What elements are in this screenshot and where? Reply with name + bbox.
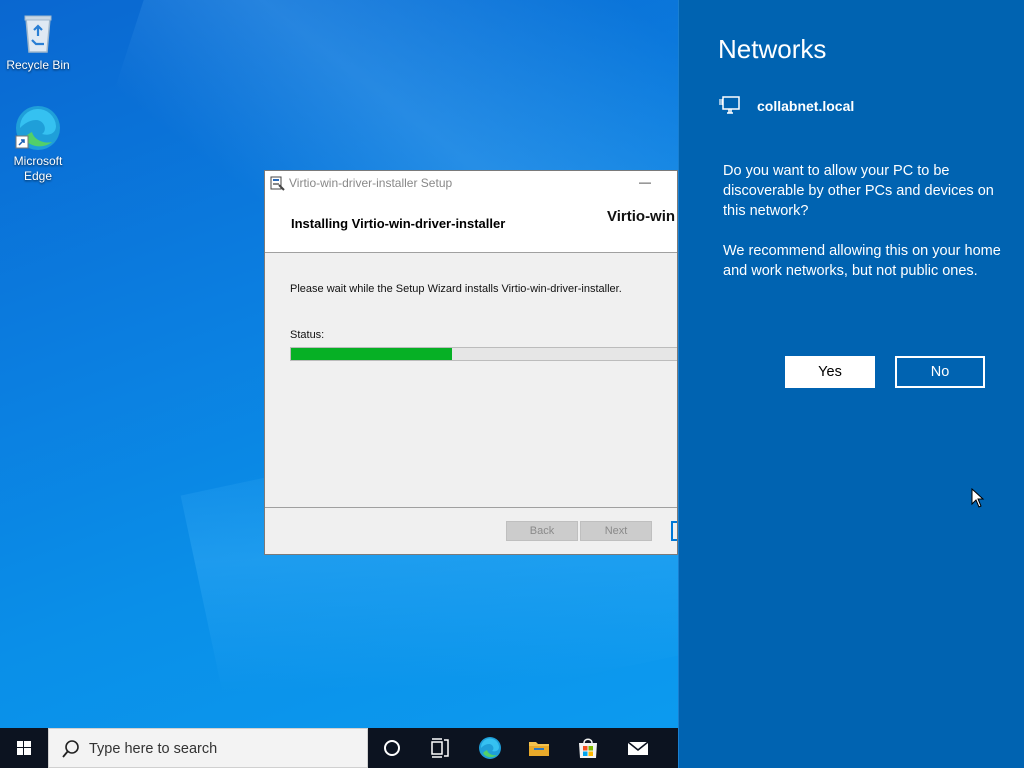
footer-divider	[265, 507, 677, 508]
mouse-cursor	[971, 488, 985, 508]
setup-title-bar[interactable]: Virtio-win-driver-installer Setup —	[265, 171, 677, 195]
cortana-button[interactable]	[368, 728, 416, 768]
cancel-button[interactable]	[671, 521, 677, 541]
task-view-button[interactable]	[416, 728, 464, 768]
mail-icon	[627, 741, 649, 755]
discoverable-question: Do you want to allow your PC to be disco…	[723, 163, 994, 219]
windows-start-icon	[17, 741, 31, 755]
desktop-icon-recycle-bin[interactable]: Recycle Bin	[2, 8, 74, 73]
next-button[interactable]: Next	[580, 521, 652, 541]
edge-icon	[14, 104, 62, 152]
setup-window[interactable]: Virtio-win-driver-installer Setup — Inst…	[264, 170, 678, 555]
search-placeholder: Type here to search	[89, 741, 218, 757]
edge-taskbar-button[interactable]	[466, 728, 514, 768]
networks-heading: Networks	[718, 34, 827, 64]
setup-banner: Installing Virtio-win-driver-installer V…	[265, 195, 677, 253]
networks-flyout: Networks collabnet.local Do you want to …	[678, 0, 1024, 768]
no-button[interactable]: No	[895, 356, 985, 388]
minimize-button[interactable]: —	[637, 171, 653, 195]
file-explorer-button[interactable]	[515, 728, 563, 768]
ethernet-icon	[719, 95, 741, 115]
task-view-icon	[431, 738, 449, 758]
back-button[interactable]: Back	[506, 521, 578, 541]
store-button[interactable]	[564, 728, 612, 768]
status-label: Status:	[290, 329, 325, 341]
setup-body: Please wait while the Setup Wizard insta…	[265, 255, 677, 507]
start-button[interactable]	[0, 728, 48, 768]
edge-icon	[479, 737, 501, 759]
recommendation-text: We recommend allowing this on your home …	[723, 243, 1001, 279]
setup-description: Please wait while the Setup Wizard insta…	[290, 283, 622, 295]
setup-brand-text: Virtio-win	[607, 208, 676, 225]
search-icon	[62, 740, 79, 758]
microsoft-edge-label: Microsoft Edge	[13, 154, 63, 183]
desktop-icon-microsoft-edge[interactable]: Microsoft Edge	[2, 104, 74, 184]
cortana-icon	[384, 740, 400, 756]
setup-window-title: Virtio-win-driver-installer Setup	[289, 176, 453, 190]
install-progress-bar	[290, 347, 677, 361]
installer-app-icon	[269, 175, 285, 191]
store-icon	[579, 738, 597, 758]
recycle-bin-icon	[14, 8, 62, 56]
yes-button[interactable]: Yes	[785, 356, 875, 388]
network-name: collabnet.local	[757, 98, 855, 114]
mail-button[interactable]	[614, 728, 662, 768]
setup-heading: Installing Virtio-win-driver-installer	[291, 216, 506, 231]
recycle-bin-label: Recycle Bin	[6, 58, 70, 72]
taskbar: Type here to search	[0, 728, 678, 768]
progress-fill	[291, 348, 453, 360]
taskbar-search-box[interactable]: Type here to search	[48, 728, 368, 768]
file-explorer-icon	[529, 742, 549, 756]
